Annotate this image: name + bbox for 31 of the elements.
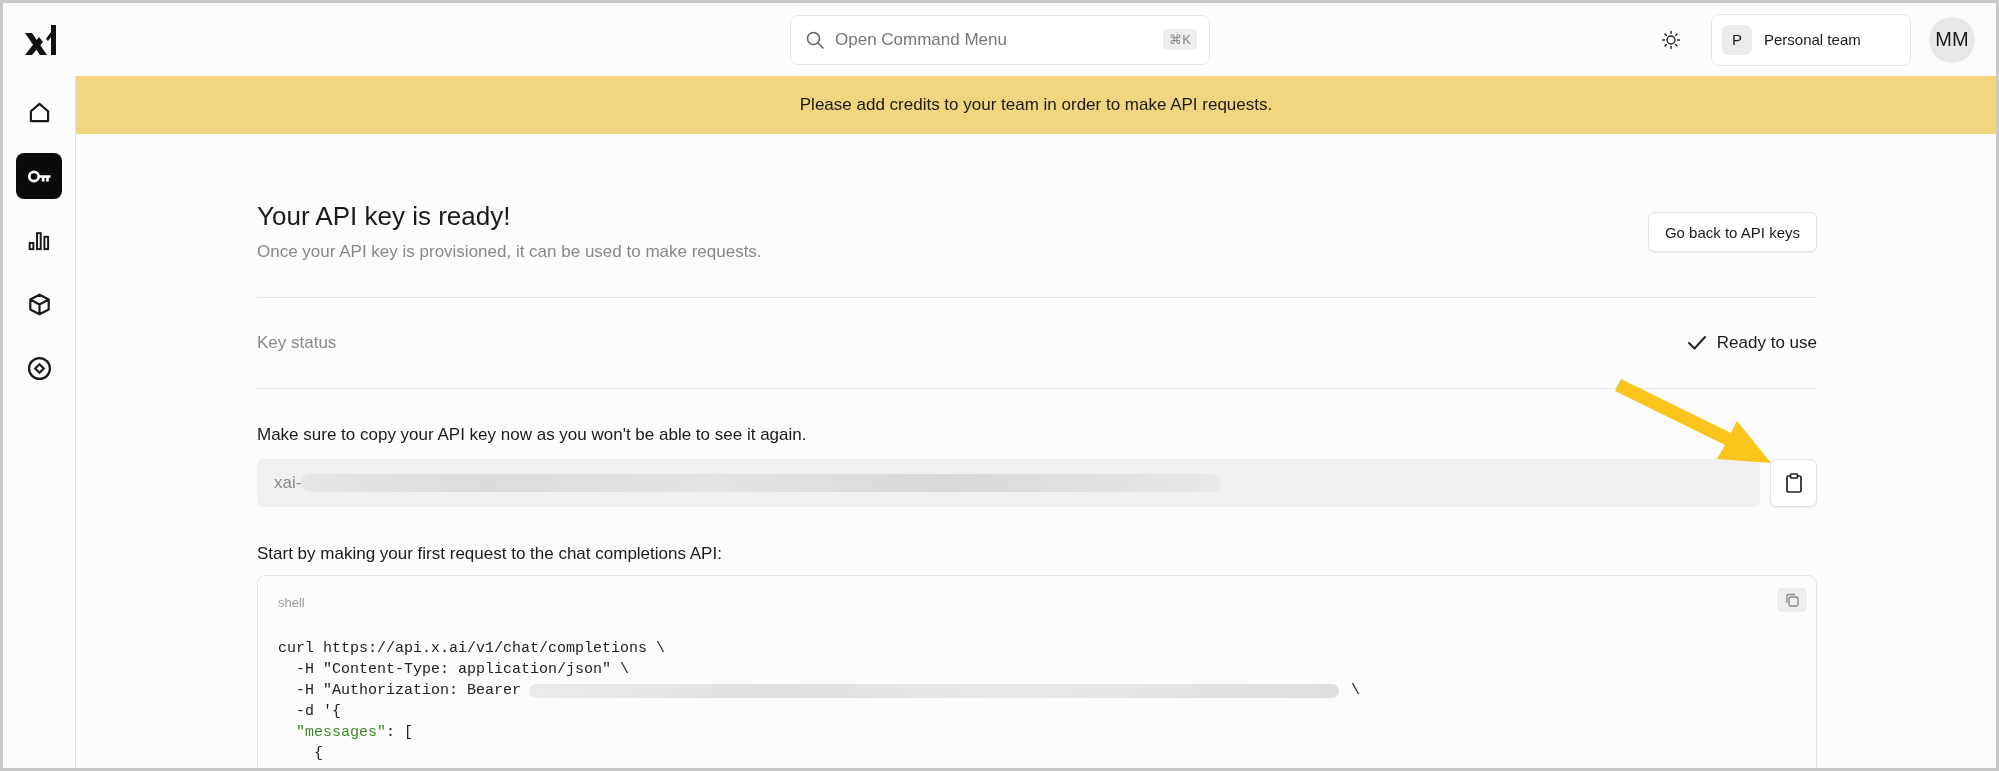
code-line: { (313, 744, 324, 764)
code-line: -d '{ (295, 702, 342, 722)
logo-icon (25, 24, 57, 55)
sidebar-nav-item[interactable] (16, 153, 62, 199)
status-label: Key status (257, 333, 337, 353)
code-intro: Start by making your first request to the chat completions API: (257, 543, 723, 565)
copy-instruction: Make sure to copy your API key now as you won't be able to see it again. (257, 424, 808, 446)
search-icon (805, 29, 825, 50)
code-line: "messages": [ (295, 723, 415, 743)
shortcut-badge: ⌘K (1163, 29, 1197, 50)
check-icon (1686, 335, 1707, 351)
sun-icon (1661, 29, 1681, 50)
team-switcher-button[interactable]: P Personal team (1711, 13, 1911, 66)
credits-warning-banner: Please add credits to your team in order to make API requests. (76, 76, 1996, 134)
diamond-circle-icon (25, 354, 53, 382)
team-initial-badge: P (1722, 24, 1752, 55)
copy-icon (1785, 593, 1799, 607)
code-line: curl https://api.x.ai/v1/chat/completions \ (278, 639, 667, 659)
code-line: -H "Content-Type: application/json" \ (295, 660, 631, 680)
code-text: -H "Authorization: Bearer (295, 681, 522, 701)
user-avatar[interactable]: MM (1929, 16, 1975, 63)
code-language-label: shell (278, 594, 305, 612)
clipboard-icon (1784, 473, 1803, 493)
back-button[interactable]: Go back to API keys (1647, 212, 1817, 252)
command-menu-button[interactable]: Open Command Menu ⌘K (790, 14, 1210, 65)
page-title: Your API key is ready! (257, 200, 512, 232)
copy-key-button[interactable] (1770, 459, 1817, 507)
code-text: \ (1351, 681, 1361, 701)
page-subtitle: Once your API key is provisioned, it can be used to make requests. (257, 241, 762, 263)
theme-toggle-button[interactable] (1661, 29, 1681, 50)
status-value: Ready to use (1716, 333, 1817, 353)
